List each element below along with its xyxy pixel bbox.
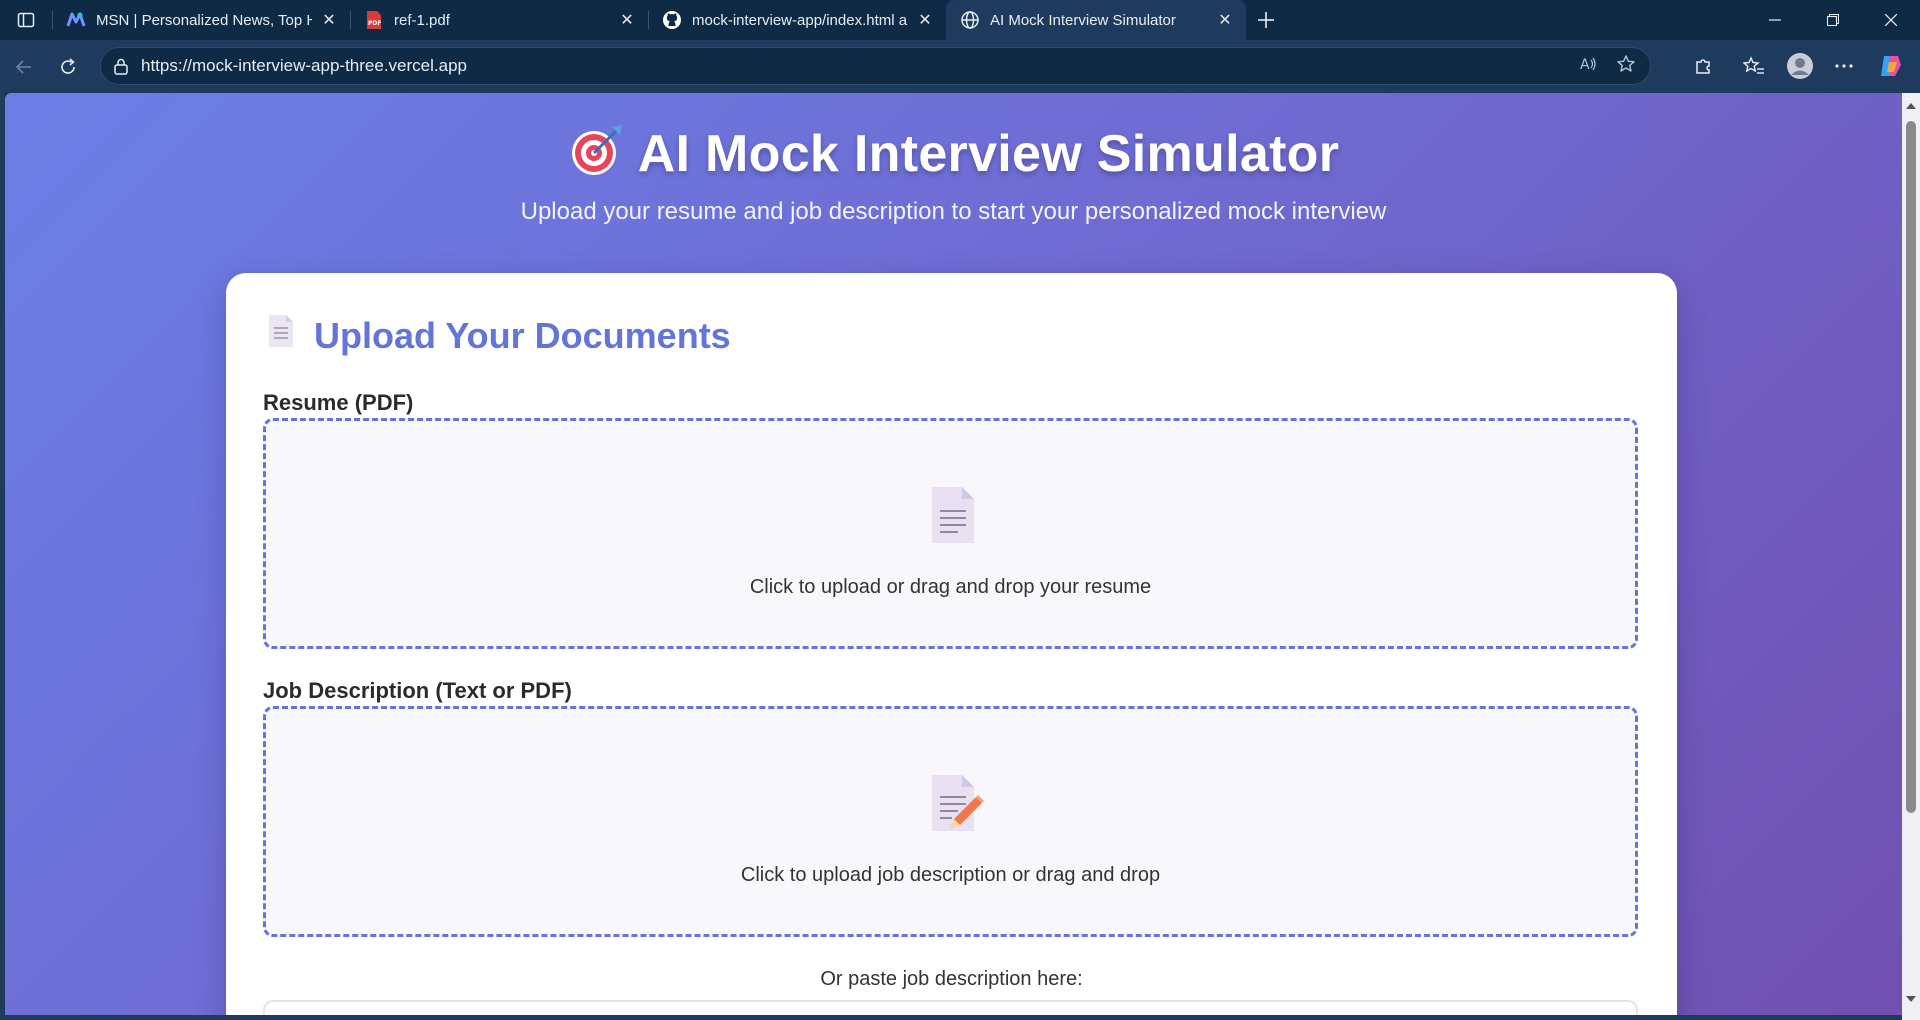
sidebar-toggle-icon xyxy=(17,12,35,28)
site-info-icon[interactable] xyxy=(101,57,141,75)
restore-button[interactable] xyxy=(1804,0,1862,40)
tab-strip: MSN | Personalized News, Top He ✕ PDF re… xyxy=(0,0,1920,40)
favorite-star-icon[interactable] xyxy=(1616,54,1636,79)
paste-label: Or paste job description here: xyxy=(820,968,1083,990)
close-icon xyxy=(1885,14,1897,26)
card-heading-text: Upload Your Documents xyxy=(314,314,731,356)
tab-title: mock-interview-app/index.html a xyxy=(692,11,908,29)
resume-label: Resume (PDF) xyxy=(263,390,414,415)
job-upload-prompt: Click to upload job description or drag … xyxy=(740,864,1161,886)
restore-icon xyxy=(1827,14,1839,26)
document-icon xyxy=(928,485,978,550)
close-tab-icon[interactable]: ✕ xyxy=(618,11,636,29)
page-title: AI Mock Interview Simulator xyxy=(5,123,1902,192)
window-frame xyxy=(0,1015,1902,1020)
github-icon xyxy=(662,10,682,30)
url-text[interactable]: https://mock-interview-app-three.vercel.… xyxy=(141,56,1578,76)
page-title-text: AI Mock Interview Simulator xyxy=(637,125,1340,184)
scrollbar-thumb[interactable] xyxy=(1906,121,1916,813)
close-tab-icon[interactable]: ✕ xyxy=(1216,11,1234,29)
resume-upload-prompt: Click to upload or drag and drop your re… xyxy=(749,576,1152,598)
browser-toolbar: https://mock-interview-app-three.vercel.… xyxy=(0,40,1920,93)
avatar-icon xyxy=(1787,53,1813,79)
tab-title: MSN | Personalized News, Top He xyxy=(96,11,312,29)
back-arrow-icon xyxy=(15,59,31,74)
minimize-icon xyxy=(1769,19,1781,21)
tab-ai-mock-interview[interactable]: AI Mock Interview Simulator ✕ xyxy=(946,0,1246,40)
refresh-icon xyxy=(61,57,75,74)
document-icon xyxy=(266,313,296,358)
scroll-up-icon[interactable] xyxy=(1905,100,1917,112)
tab-github[interactable]: mock-interview-app/index.html a ✕ xyxy=(648,0,946,40)
msn-icon xyxy=(66,10,86,30)
plus-icon xyxy=(1258,12,1274,28)
tab-actions-button[interactable] xyxy=(0,0,52,40)
close-window-button[interactable] xyxy=(1862,0,1920,40)
back-button[interactable] xyxy=(2,47,46,87)
refresh-button[interactable] xyxy=(46,47,90,87)
target-icon xyxy=(568,123,624,192)
favorites-list-icon xyxy=(1743,56,1764,74)
globe-icon xyxy=(960,10,980,30)
minimize-button[interactable] xyxy=(1746,0,1804,40)
upload-card: Upload Your Documents Resume (PDF) Click… xyxy=(226,273,1677,1015)
tab-title: AI Mock Interview Simulator xyxy=(990,11,1176,29)
tab-pdf[interactable]: PDF ref-1.pdf ✕ xyxy=(350,0,648,40)
resume-dropzone[interactable]: Click to upload or drag and drop your re… xyxy=(263,418,1638,649)
page-subtitle: Upload your resume and job description t… xyxy=(520,198,1387,225)
more-options-button[interactable] xyxy=(1822,46,1866,86)
close-tab-icon[interactable]: ✕ xyxy=(916,11,934,29)
svg-text:PDF: PDF xyxy=(368,20,381,27)
page-scrollbar[interactable] xyxy=(1902,93,1920,1020)
copilot-icon xyxy=(1881,56,1901,76)
new-tab-button[interactable] xyxy=(1246,0,1286,40)
tab-title: ref-1.pdf xyxy=(394,11,450,29)
job-description-label: Job Description (Text or PDF) xyxy=(263,678,572,703)
page-viewport: AI Mock Interview Simulator Upload your … xyxy=(5,93,1902,1015)
job-description-textarea[interactable] xyxy=(263,1000,1638,1015)
pdf-icon: PDF xyxy=(364,10,384,30)
close-tab-icon[interactable]: ✕ xyxy=(320,11,338,29)
copilot-button[interactable] xyxy=(1871,46,1911,86)
favorites-button[interactable] xyxy=(1732,46,1776,86)
tab-msn[interactable]: MSN | Personalized News, Top He ✕ xyxy=(52,0,350,40)
profile-button[interactable] xyxy=(1778,46,1822,86)
scroll-down-icon[interactable] xyxy=(1905,993,1917,1005)
tab-separator xyxy=(52,11,53,29)
tab-separator xyxy=(648,11,649,29)
extensions-button[interactable] xyxy=(1681,46,1725,86)
tab-separator xyxy=(350,11,351,29)
puzzle-icon xyxy=(1696,59,1710,74)
memo-icon xyxy=(928,773,984,838)
card-heading: Upload Your Documents xyxy=(266,313,731,358)
more-icon xyxy=(1835,64,1853,68)
read-aloud-icon[interactable]: A xyxy=(1578,54,1598,79)
job-description-dropzone[interactable]: Click to upload job description or drag … xyxy=(263,706,1638,937)
address-bar[interactable]: https://mock-interview-app-three.vercel.… xyxy=(100,47,1651,85)
svg-text:A: A xyxy=(1580,57,1590,73)
